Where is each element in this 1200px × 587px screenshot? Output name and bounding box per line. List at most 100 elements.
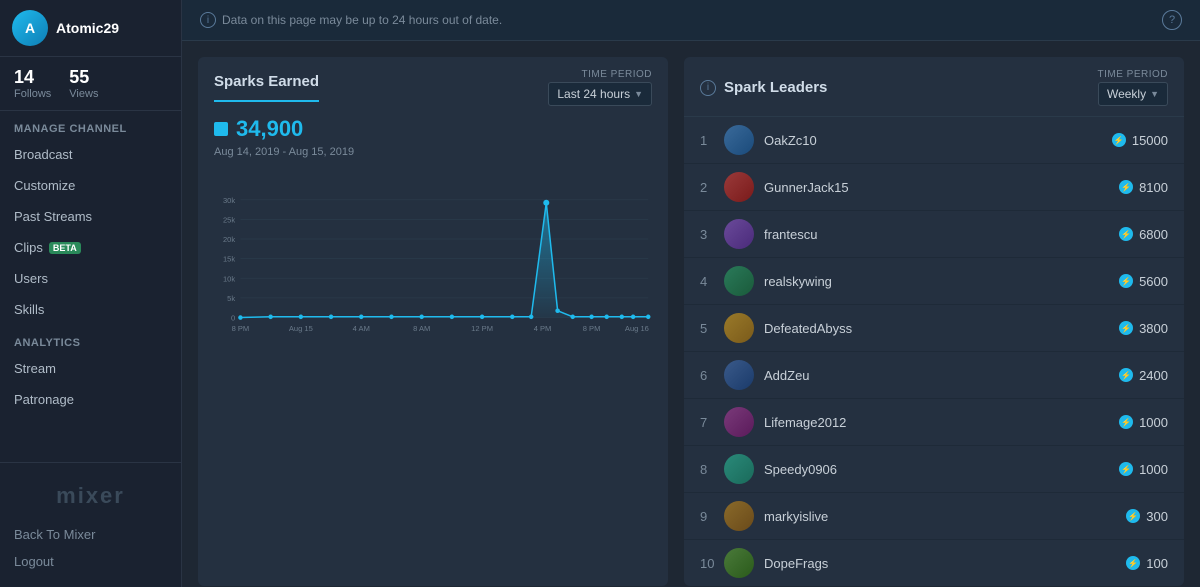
leader-spark-count: 1000 [1139,415,1168,430]
sidebar-footer: mixer Back To Mixer Logout [0,462,181,587]
spark-icon: ⚡ [1119,368,1133,382]
sparks-chart: 30k 25k 20k 15k 10k 5k 0 [214,166,652,380]
sparks-time-period-dropdown[interactable]: Last 24 hours ▼ [548,82,652,106]
leader-rank: 8 [700,462,720,477]
sidebar: A Atomic29 14 Follows 55 Views MANAGE CH… [0,0,182,587]
leader-name: GunnerJack15 [764,180,1119,195]
sidebar-item-customize-label: Customize [14,178,75,193]
leader-name: DefeatedAbyss [764,321,1119,336]
sparks-panel: Sparks Earned Time Period Last 24 hours … [198,57,668,586]
leaders-panel: i Spark Leaders Time Period Weekly ▼ 1 O… [684,57,1184,586]
mixer-logo: mixer [0,475,181,521]
follows-label: Follows [14,88,51,100]
leader-name: OakZc10 [764,133,1112,148]
chart-area: 30k 25k 20k 15k 10k 5k 0 [198,166,668,396]
leader-row: 6 AddZeu ⚡ 2400 [684,352,1184,399]
leader-avatar [724,360,754,390]
sparks-time-period-label: Time Period [581,69,652,80]
sidebar-item-stream-label: Stream [14,361,56,376]
leader-row: 8 Speedy0906 ⚡ 1000 [684,446,1184,493]
leaders-time-period-dropdown[interactable]: Weekly ▼ [1098,82,1168,106]
leader-name: realskywing [764,274,1119,289]
leader-rank: 1 [700,133,720,148]
sidebar-item-customize[interactable]: Customize [0,170,181,201]
analytics-label: ANALYTICS [0,325,181,353]
leader-name: Speedy0906 [764,462,1119,477]
views-label: Views [69,88,98,100]
leader-name: AddZeu [764,368,1119,383]
svg-text:0: 0 [231,314,235,323]
manage-channel-label: MANAGE CHANNEL [0,111,181,139]
sidebar-item-skills[interactable]: Skills [0,294,181,325]
leader-row: 7 Lifemage2012 ⚡ 1000 [684,399,1184,446]
svg-text:8 PM: 8 PM [583,324,601,333]
follows-stat: 14 Follows [14,67,51,100]
leader-sparks-area: ⚡ 300 [1126,509,1168,524]
sparks-panel-header: Sparks Earned Time Period Last 24 hours … [198,57,668,106]
spark-icon: ⚡ [1112,133,1126,147]
leader-sparks-area: ⚡ 15000 [1112,133,1168,148]
leader-spark-count: 15000 [1132,133,1168,148]
leader-rank: 9 [700,509,720,524]
leaders-title-area: i Spark Leaders [700,79,827,96]
sparks-value-area: 34,900 [198,106,668,146]
logout-link[interactable]: Logout [0,548,181,575]
svg-text:8 PM: 8 PM [232,324,250,333]
info-bar-text: i Data on this page may be up to 24 hour… [200,12,502,28]
leaders-title: Spark Leaders [724,79,827,96]
leader-row: 10 DopeFrags ⚡ 100 [684,540,1184,586]
leader-sparks-area: ⚡ 3800 [1119,321,1168,336]
svg-text:5k: 5k [227,294,235,303]
main-content: i Data on this page may be up to 24 hour… [182,0,1200,587]
svg-text:12 PM: 12 PM [471,324,493,333]
help-icon[interactable]: ? [1162,10,1182,30]
views-count: 55 [69,67,98,88]
sidebar-item-clips[interactable]: Clips BETA [0,232,181,263]
leader-sparks-area: ⚡ 100 [1126,556,1168,571]
leader-sparks-area: ⚡ 6800 [1119,227,1168,242]
beta-badge: BETA [49,242,81,254]
sidebar-item-past-streams[interactable]: Past Streams [0,201,181,232]
sparks-time-period-value: Last 24 hours [557,87,630,101]
leader-avatar [724,266,754,296]
leader-name: Lifemage2012 [764,415,1119,430]
svg-text:30k: 30k [223,196,235,205]
svg-text:20k: 20k [223,235,235,244]
leader-avatar [724,454,754,484]
leader-avatar [724,501,754,531]
sidebar-item-patronage[interactable]: Patronage [0,384,181,415]
svg-text:4 PM: 4 PM [534,324,552,333]
sidebar-item-skills-label: Skills [14,302,44,317]
svg-text:4 AM: 4 AM [353,324,370,333]
leader-rank: 3 [700,227,720,242]
leaders-time-period-label: Time Period [1097,69,1168,80]
spark-icon: ⚡ [1119,274,1133,288]
sidebar-item-patronage-label: Patronage [14,392,74,407]
spark-icon: ⚡ [1119,321,1133,335]
leader-spark-count: 1000 [1139,462,1168,477]
leader-rank: 4 [700,274,720,289]
svg-text:15k: 15k [223,255,235,264]
leader-row: 2 GunnerJack15 ⚡ 8100 [684,164,1184,211]
leader-sparks-area: ⚡ 1000 [1119,415,1168,430]
sidebar-item-broadcast[interactable]: Broadcast [0,139,181,170]
leader-name: frantescu [764,227,1119,242]
leader-spark-count: 2400 [1139,368,1168,383]
leaders-time-period-value: Weekly [1107,87,1146,101]
spark-icon: ⚡ [1119,462,1133,476]
leader-spark-count: 100 [1146,556,1168,571]
leader-rank: 2 [700,180,720,195]
sidebar-item-users[interactable]: Users [0,263,181,294]
avatar: A [12,10,48,46]
leader-sparks-area: ⚡ 2400 [1119,368,1168,383]
leader-sparks-area: ⚡ 8100 [1119,180,1168,195]
leader-avatar [724,548,754,578]
leader-avatar [724,313,754,343]
sidebar-item-past-streams-label: Past Streams [14,209,92,224]
leader-row: 1 OakZc10 ⚡ 15000 [684,117,1184,164]
leader-name: DopeFrags [764,556,1126,571]
leaders-time-period-selector: Time Period Weekly ▼ [1097,69,1168,106]
back-to-mixer-link[interactable]: Back To Mixer [0,521,181,548]
sidebar-item-stream[interactable]: Stream [0,353,181,384]
leader-sparks-area: ⚡ 5600 [1119,274,1168,289]
